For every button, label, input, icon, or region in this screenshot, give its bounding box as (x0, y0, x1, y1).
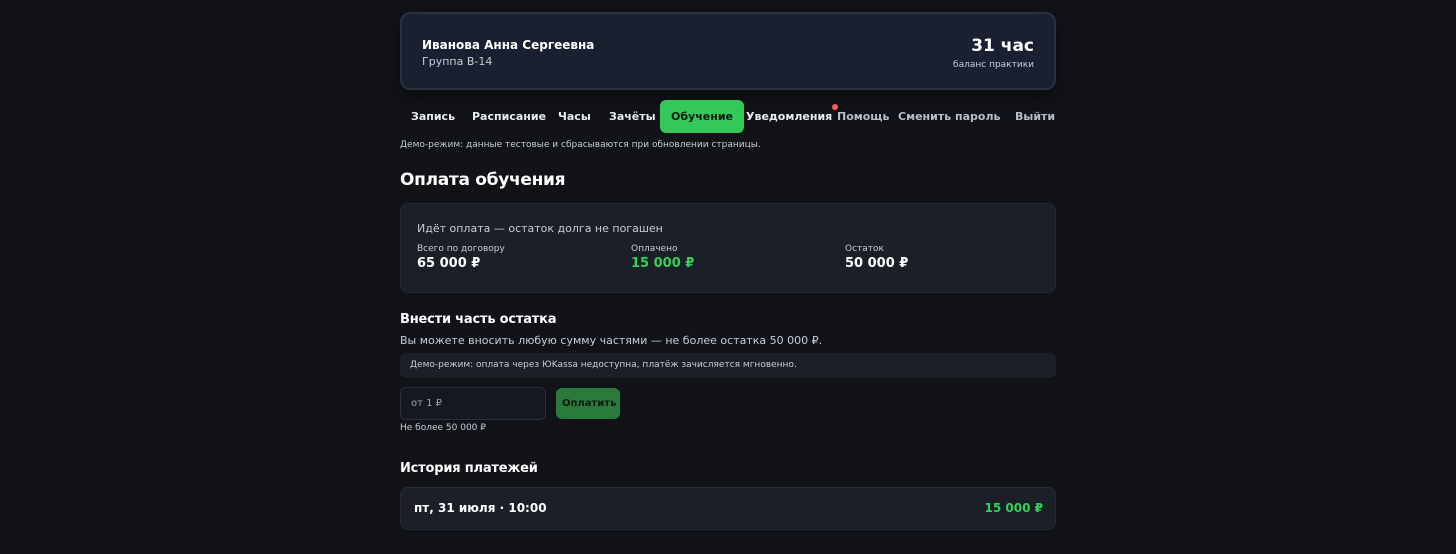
student-card: Иванова Анна Сергеевна Группа В-14 31 ча… (400, 12, 1056, 90)
payment-status: Идёт оплата — остаток долга не погашен (417, 222, 663, 235)
partial-payment-hint: Вы можете вносить любую сумму частями — … (400, 334, 823, 347)
amount-limit: Не более 50 000 ₽ (400, 423, 486, 433)
nav-item-schedule[interactable]: Расписание (472, 100, 546, 133)
student-group: Группа В-14 (422, 55, 493, 68)
rest-label: Остаток (845, 244, 884, 254)
partial-payment-title: Внести часть остатка (400, 312, 557, 327)
paid-column: Оплачено 15 000 ₽ (631, 244, 694, 271)
amount-input[interactable] (400, 387, 546, 420)
rest-value: 50 000 ₽ (845, 256, 909, 271)
payment-amount: 15 000 ₽ (984, 501, 1043, 515)
total-label: Всего по договору (417, 244, 505, 254)
nav-item-zapis[interactable]: Запись (411, 100, 455, 133)
payment-history-row: пт, 31 июля · 10:00 15 000 ₽ (400, 487, 1056, 530)
history-title: История платежей (400, 461, 538, 476)
hours-caption: баланс практики (953, 60, 1034, 70)
rest-column: Остаток 50 000 ₽ (845, 244, 908, 271)
nav-item-training[interactable]: Обучение (660, 100, 744, 133)
nav-item-tests[interactable]: Зачёты (609, 100, 656, 133)
main-nav: Запись Расписание Часы Зачёты Обучение У… (400, 100, 1056, 133)
paid-value: 15 000 ₽ (631, 256, 695, 271)
total-value: 65 000 ₽ (417, 256, 481, 271)
nav-item-notifications-label: Уведомления (746, 110, 833, 123)
payment-demo-note: Демо-режим: оплата через ЮKassa недоступ… (400, 353, 1056, 378)
nav-item-help[interactable]: Помощь (837, 100, 889, 133)
demo-note: Демо-режим: данные тестовые и сбрасывают… (400, 140, 761, 150)
pay-button[interactable]: Оплатить (556, 388, 620, 419)
nav-item-change-password[interactable]: Сменить пароль (898, 100, 1000, 133)
payment-date: пт, 31 июля · 10:00 (414, 501, 547, 515)
hours-balance: 31 час (971, 36, 1034, 56)
page-title: Оплата обучения (400, 170, 566, 190)
payment-summary: Идёт оплата — остаток долга не погашен В… (400, 203, 1056, 293)
nav-item-notifications[interactable]: Уведомления (746, 100, 839, 133)
student-name: Иванова Анна Сергеевна (422, 38, 595, 52)
nav-item-logout[interactable]: Выйти (1015, 100, 1055, 133)
total-column: Всего по договору 65 000 ₽ (417, 244, 505, 271)
nav-item-hours[interactable]: Часы (558, 100, 591, 133)
page-container: Иванова Анна Сергеевна Группа В-14 31 ча… (400, 12, 1056, 530)
paid-label: Оплачено (631, 244, 678, 254)
